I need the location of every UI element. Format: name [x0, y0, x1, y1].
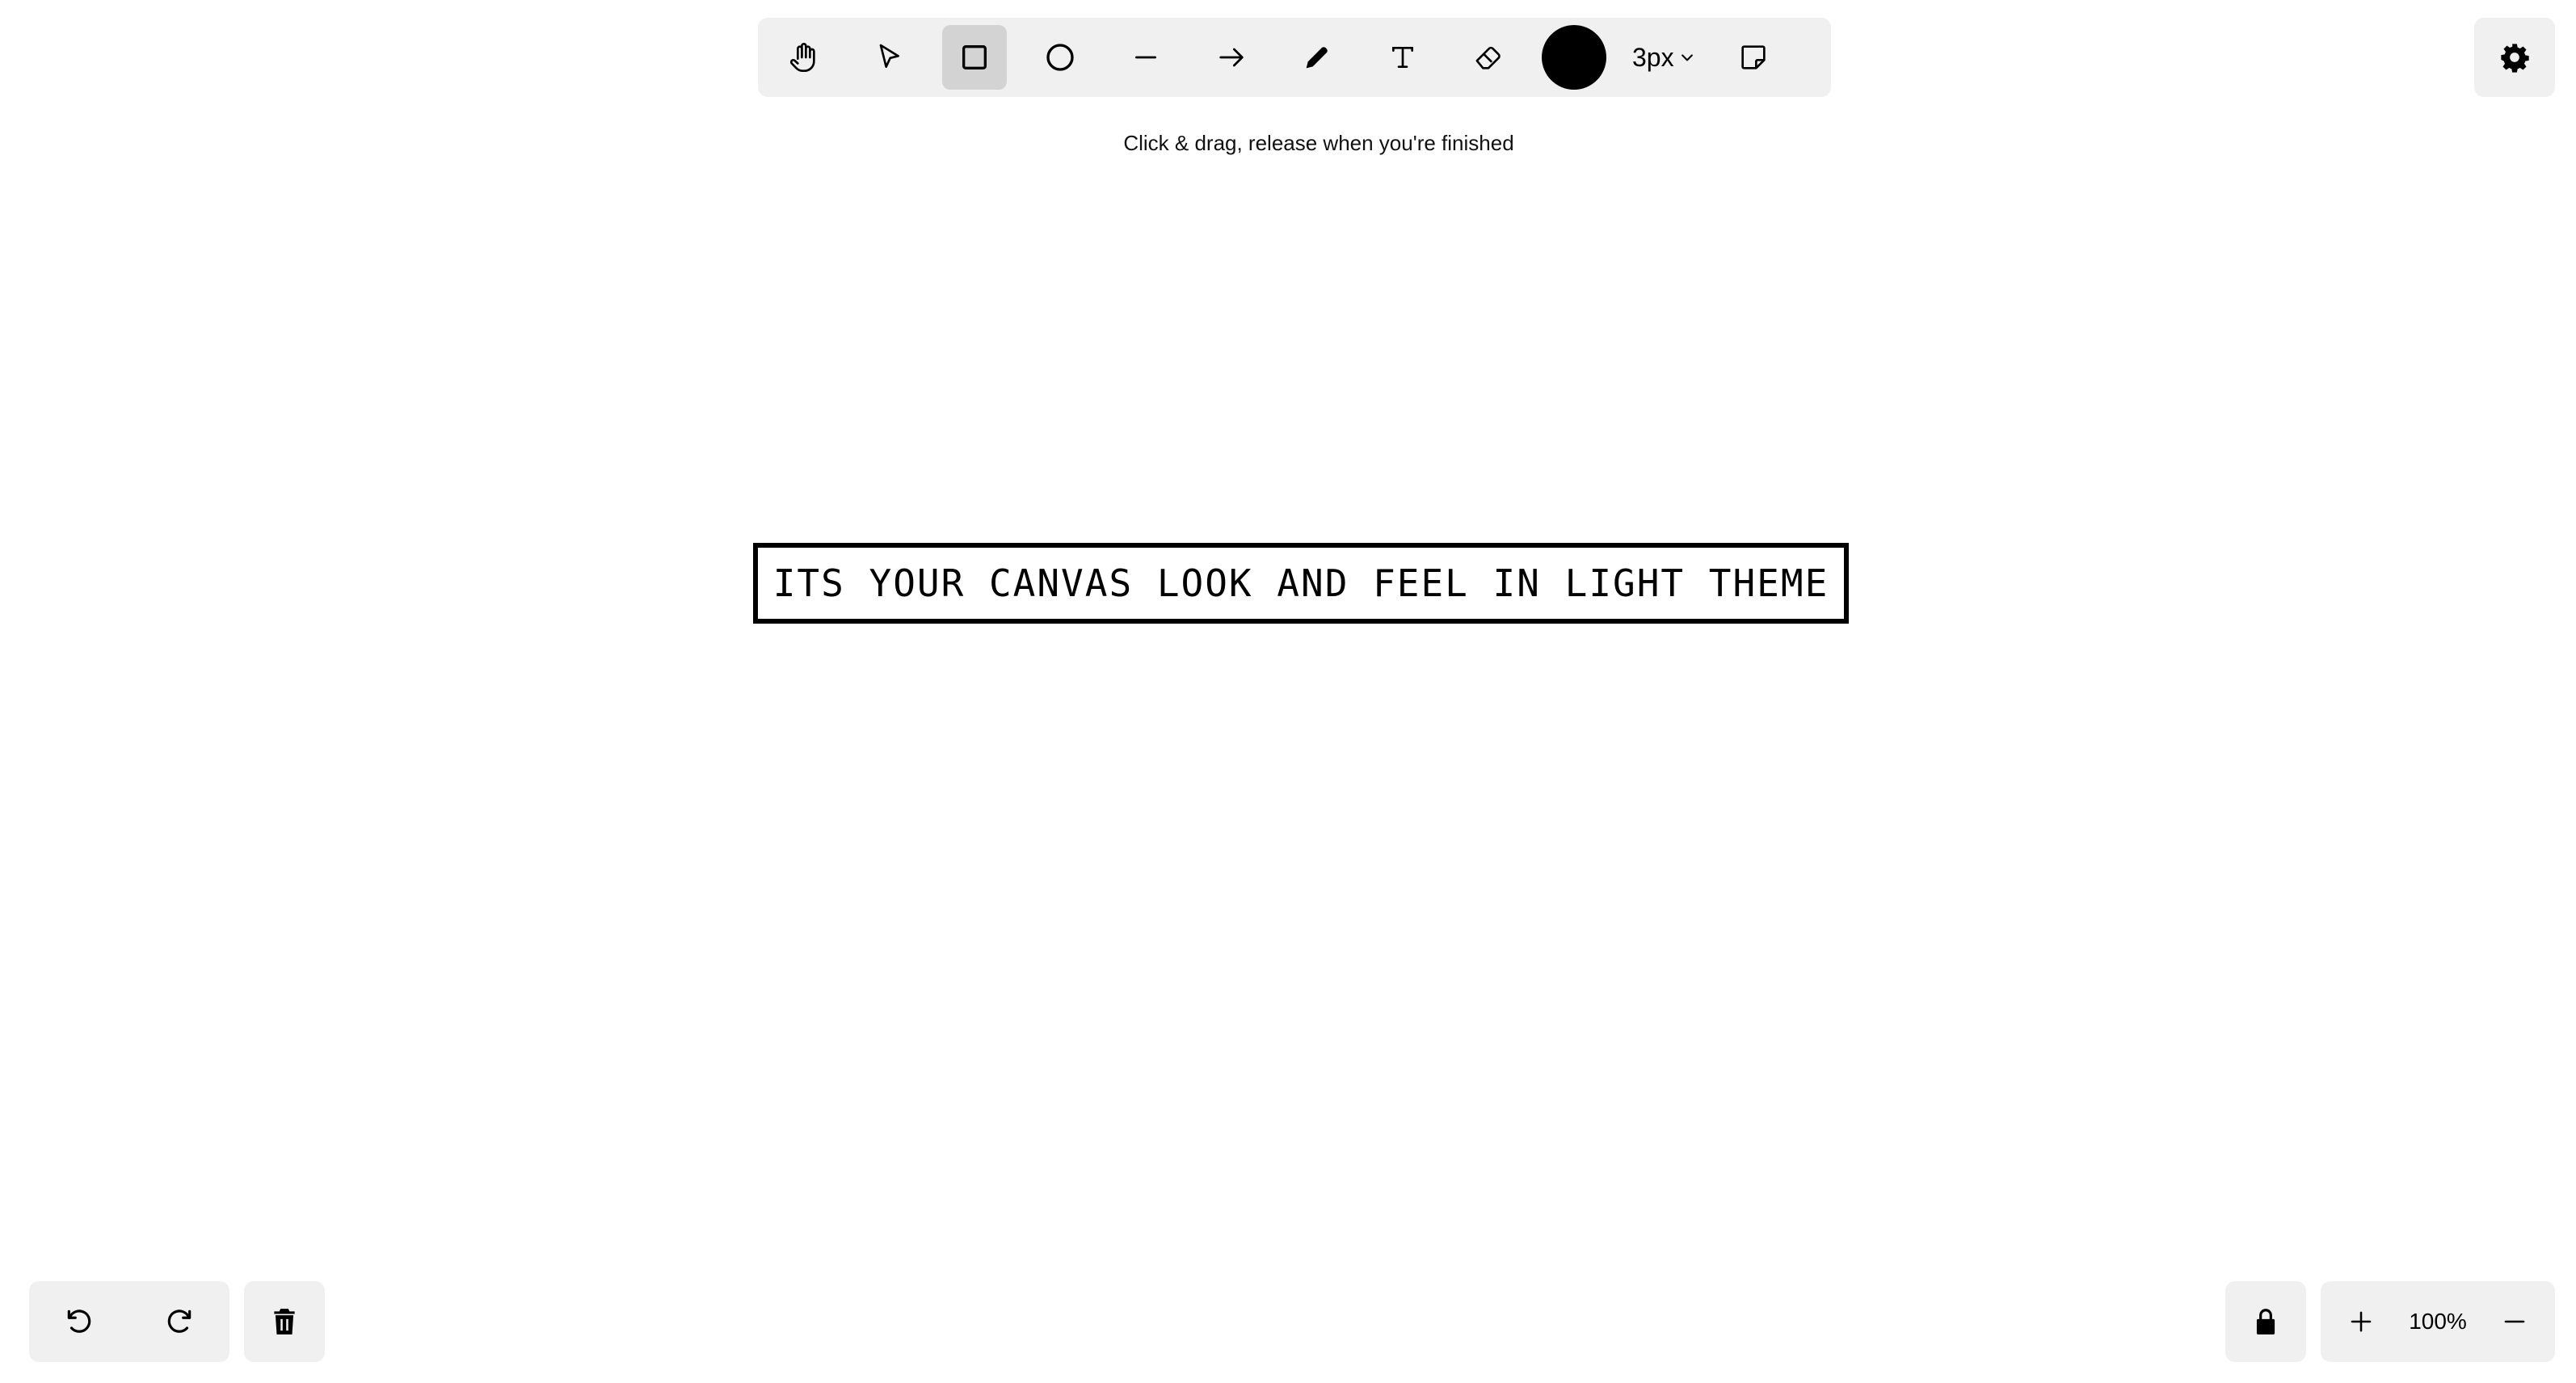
sticky-note-button[interactable] — [1721, 25, 1786, 90]
clear-canvas-panel — [244, 1281, 325, 1362]
zoom-in-button[interactable] — [2329, 1289, 2393, 1354]
stroke-color-swatch[interactable] — [1542, 25, 1606, 90]
rectangle-tool-button[interactable] — [942, 25, 1007, 90]
redo-icon — [167, 1309, 192, 1333]
trash-icon — [274, 1309, 295, 1335]
rectangle-icon — [962, 45, 987, 69]
canvas-text[interactable]: ITS YOUR CANVAS LOOK AND FEEL IN LIGHT T… — [773, 561, 1829, 605]
hint-text: Click & drag, release when you're finish… — [1123, 131, 1514, 155]
stroke-size-value: 3px — [1632, 42, 1674, 72]
hand-icon — [789, 43, 815, 72]
pencil-icon — [1306, 47, 1328, 69]
toolbar: 3px — [758, 18, 1831, 97]
hand-tool-button[interactable] — [771, 25, 836, 90]
ellipse-tool-button[interactable] — [1028, 25, 1092, 90]
lock-panel — [2225, 1281, 2306, 1362]
lock-button[interactable] — [2233, 1289, 2298, 1354]
eraser-icon — [1475, 46, 1501, 69]
undo-icon — [67, 1309, 91, 1333]
chevron-down-icon — [1681, 54, 1693, 61]
sticky-note-icon — [1740, 45, 1766, 69]
stroke-size-select[interactable]: 3px — [1627, 25, 1700, 90]
settings-button[interactable] — [2474, 18, 2555, 97]
select-tool-button[interactable] — [857, 25, 921, 90]
zoom-out-button[interactable] — [2482, 1289, 2547, 1354]
clear-canvas-button[interactable] — [252, 1289, 317, 1354]
pencil-tool-button[interactable] — [1285, 25, 1349, 90]
undo-button[interactable] — [47, 1289, 112, 1354]
redo-button[interactable] — [147, 1289, 212, 1354]
pointer-icon — [879, 44, 899, 68]
text-tool-button[interactable] — [1370, 25, 1435, 90]
minus-icon — [2504, 1320, 2525, 1323]
plus-icon — [2351, 1311, 2372, 1332]
zoom-controls: 100% — [2321, 1281, 2555, 1362]
text-icon — [1392, 47, 1413, 68]
canvas-rectangle-shape[interactable]: ITS YOUR CANVAS LOOK AND FEEL IN LIGHT T… — [753, 543, 1849, 624]
circle-icon — [1046, 44, 1074, 71]
arrow-tool-button[interactable] — [1199, 25, 1264, 90]
line-icon — [1135, 56, 1156, 59]
eraser-tool-button[interactable] — [1456, 25, 1521, 90]
gear-icon — [2501, 44, 2529, 73]
zoom-level: 100% — [2409, 1309, 2467, 1334]
lock-icon — [2256, 1309, 2275, 1335]
history-controls — [29, 1281, 229, 1362]
arrow-icon — [1219, 48, 1244, 67]
line-tool-button[interactable] — [1113, 25, 1178, 90]
